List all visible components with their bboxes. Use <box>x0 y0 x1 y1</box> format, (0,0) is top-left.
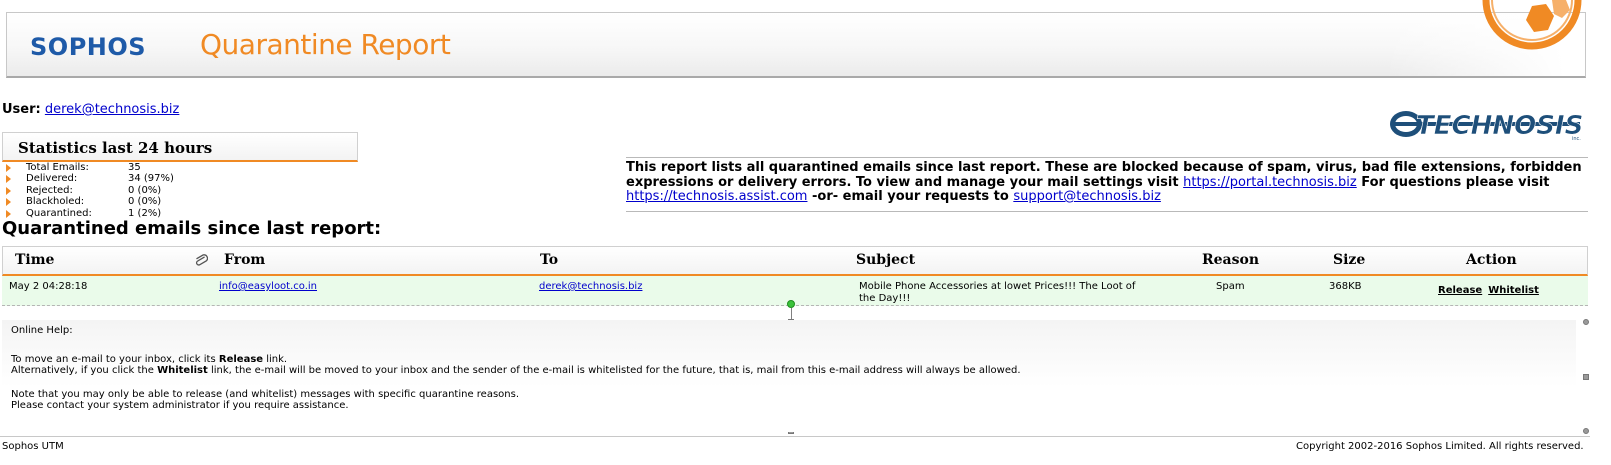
cell-size: 368KB <box>1329 281 1362 292</box>
footer-copyright: Copyright 2002-2016 Sophos Limited. All … <box>1296 441 1584 452</box>
column-action: Action <box>1466 252 1517 268</box>
help-title: Online Help: <box>11 325 73 336</box>
svg-text:TECHNOSIS: TECHNOSIS <box>1416 111 1583 141</box>
column-subject: Subject <box>856 252 916 268</box>
release-button[interactable]: Release <box>1438 285 1482 296</box>
resize-handle-bottom-right[interactable] <box>1583 428 1589 434</box>
stat-delivered: Delivered: 34 (97%) <box>6 173 346 184</box>
bullet-arrow-icon <box>6 175 11 184</box>
sophos-emblem-icon <box>1482 0 1582 50</box>
footer-product: Sophos UTM <box>2 441 64 452</box>
column-size: Size <box>1333 252 1366 268</box>
from-email-link[interactable]: info@easyloot.co.in <box>219 281 317 292</box>
column-time: Time <box>15 252 55 268</box>
resize-handle-top-right[interactable] <box>1583 319 1589 325</box>
bullet-arrow-icon <box>6 164 11 172</box>
help-line-note: Note that you may only be able to releas… <box>11 388 520 400</box>
svg-text:inc.: inc. <box>1572 136 1581 142</box>
report-description: This report lists all quarantined emails… <box>626 160 1582 204</box>
stat-total: Total Emails: 35 <box>6 162 346 173</box>
help-line-whitelist: Alternatively, if you click the Whitelis… <box>11 365 1021 376</box>
cell-time: May 2 04:28:18 <box>9 281 88 292</box>
stats-title: Statistics last 24 hours <box>18 139 213 157</box>
cell-action: Release Whitelist <box>1438 285 1545 297</box>
cell-subject: Mobile Phone Accessories at lowet Prices… <box>859 281 1136 304</box>
column-to: To <box>540 252 559 268</box>
page-title: Quarantine Report <box>200 28 451 61</box>
paperclip-icon <box>195 254 208 266</box>
whitelist-button[interactable]: Whitelist <box>1488 285 1539 296</box>
portal-link[interactable]: https://portal.technosis.biz <box>1183 175 1357 190</box>
stat-blackholed: Blackholed: 0 (0%) <box>6 196 346 207</box>
to-email-link[interactable]: derek@technosis.biz <box>539 281 642 292</box>
support-email-link[interactable]: support@technosis.biz <box>1013 189 1161 204</box>
user-email-link[interactable]: derek@technosis.biz <box>45 102 180 117</box>
resize-handle-right[interactable] <box>1583 374 1589 380</box>
bullet-arrow-icon <box>6 186 11 195</box>
sophos-logo: SOPHOS <box>30 33 147 61</box>
user-label: User: <box>2 102 41 117</box>
help-line-contact: Please contact your system administrator… <box>11 400 349 411</box>
bullet-arrow-icon <box>6 209 11 218</box>
rotate-handle[interactable] <box>787 300 795 308</box>
section-heading: Quarantined emails since last report: <box>2 218 382 239</box>
divider <box>626 157 1588 158</box>
cell-reason: Spam <box>1216 281 1245 292</box>
column-reason: Reason <box>1202 252 1260 268</box>
stat-rejected: Rejected: 0 (0%) <box>6 185 346 196</box>
technosis-logo: TECHNOSIS inc. <box>1390 111 1584 142</box>
bullet-arrow-icon <box>6 198 11 207</box>
divider <box>626 211 1588 212</box>
column-from: From <box>224 252 266 268</box>
footer-divider <box>0 436 1590 437</box>
assist-link[interactable]: https://technosis.assist.com <box>626 189 807 204</box>
user-row: User: derek@technosis.biz <box>2 102 179 117</box>
online-help-text: Online Help: To move an e-mail to your i… <box>11 325 1021 412</box>
help-line-release: To move an e-mail to your inbox, click i… <box>11 353 288 365</box>
stats-list: Total Emails: 35 Delivered: 34 (97%) Rejec… <box>6 162 346 219</box>
